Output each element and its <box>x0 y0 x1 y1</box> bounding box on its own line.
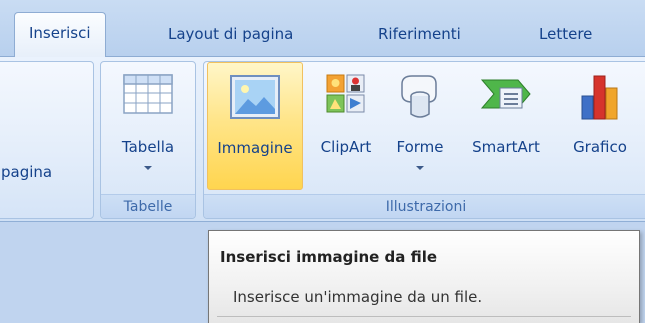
clipart-label: ClipArt <box>320 138 372 156</box>
ribbon-tab-strip: Inserisci Layout di pagina Riferimenti L… <box>0 0 645 57</box>
ribbon: pagina Tabella Tabelle Immagine ClipArt … <box>0 56 645 222</box>
clipart-icon <box>326 74 366 118</box>
smartart-label: SmartArt <box>472 138 540 156</box>
clipart-button[interactable]: ClipArt <box>310 62 382 190</box>
table-button[interactable]: Tabella <box>103 62 193 190</box>
tab-layout-di-pagina[interactable]: Layout di pagina <box>168 18 293 50</box>
shapes-button[interactable]: Forme <box>384 62 456 190</box>
tooltip-divider <box>217 316 631 317</box>
picture-icon <box>230 75 280 123</box>
smartart-button[interactable]: SmartArt <box>458 62 554 190</box>
tab-lettere[interactable]: Lettere <box>539 18 592 50</box>
table-button-label: Tabella <box>121 138 175 156</box>
page-button-partial[interactable]: pagina <box>1 62 85 190</box>
tooltip-body: Inserisce un'immagine da un file. <box>233 288 483 306</box>
group-illustrazioni: Immagine ClipArt Forme SmartArt Grafico … <box>203 61 645 219</box>
shapes-label: Forme <box>396 138 444 156</box>
insert-picture-button[interactable]: Immagine <box>207 62 303 190</box>
group-pagine-partial: pagina <box>0 61 94 219</box>
chart-icon <box>580 74 620 124</box>
chevron-down-icon <box>416 166 424 170</box>
chart-button[interactable]: Grafico <box>558 62 642 190</box>
tooltip-title: Inserisci immagine da file <box>220 248 438 266</box>
tab-riferimenti[interactable]: Riferimenti <box>378 18 461 50</box>
chevron-down-icon <box>144 166 152 170</box>
smartart-icon <box>480 74 532 118</box>
insert-picture-label: Immagine <box>217 139 293 157</box>
shapes-icon <box>398 74 442 124</box>
table-icon <box>123 74 173 118</box>
tab-inserisci[interactable]: Inserisci <box>14 12 106 57</box>
chart-label: Grafico <box>573 138 627 156</box>
page-button-label: pagina <box>1 163 53 181</box>
group-label-illustrazioni: Illustrazioni <box>204 194 645 218</box>
group-tabelle: Tabella Tabelle <box>100 61 196 219</box>
tooltip: Inserisci immagine da file Inserisce un'… <box>208 230 640 323</box>
group-label-tabelle: Tabelle <box>101 194 195 218</box>
